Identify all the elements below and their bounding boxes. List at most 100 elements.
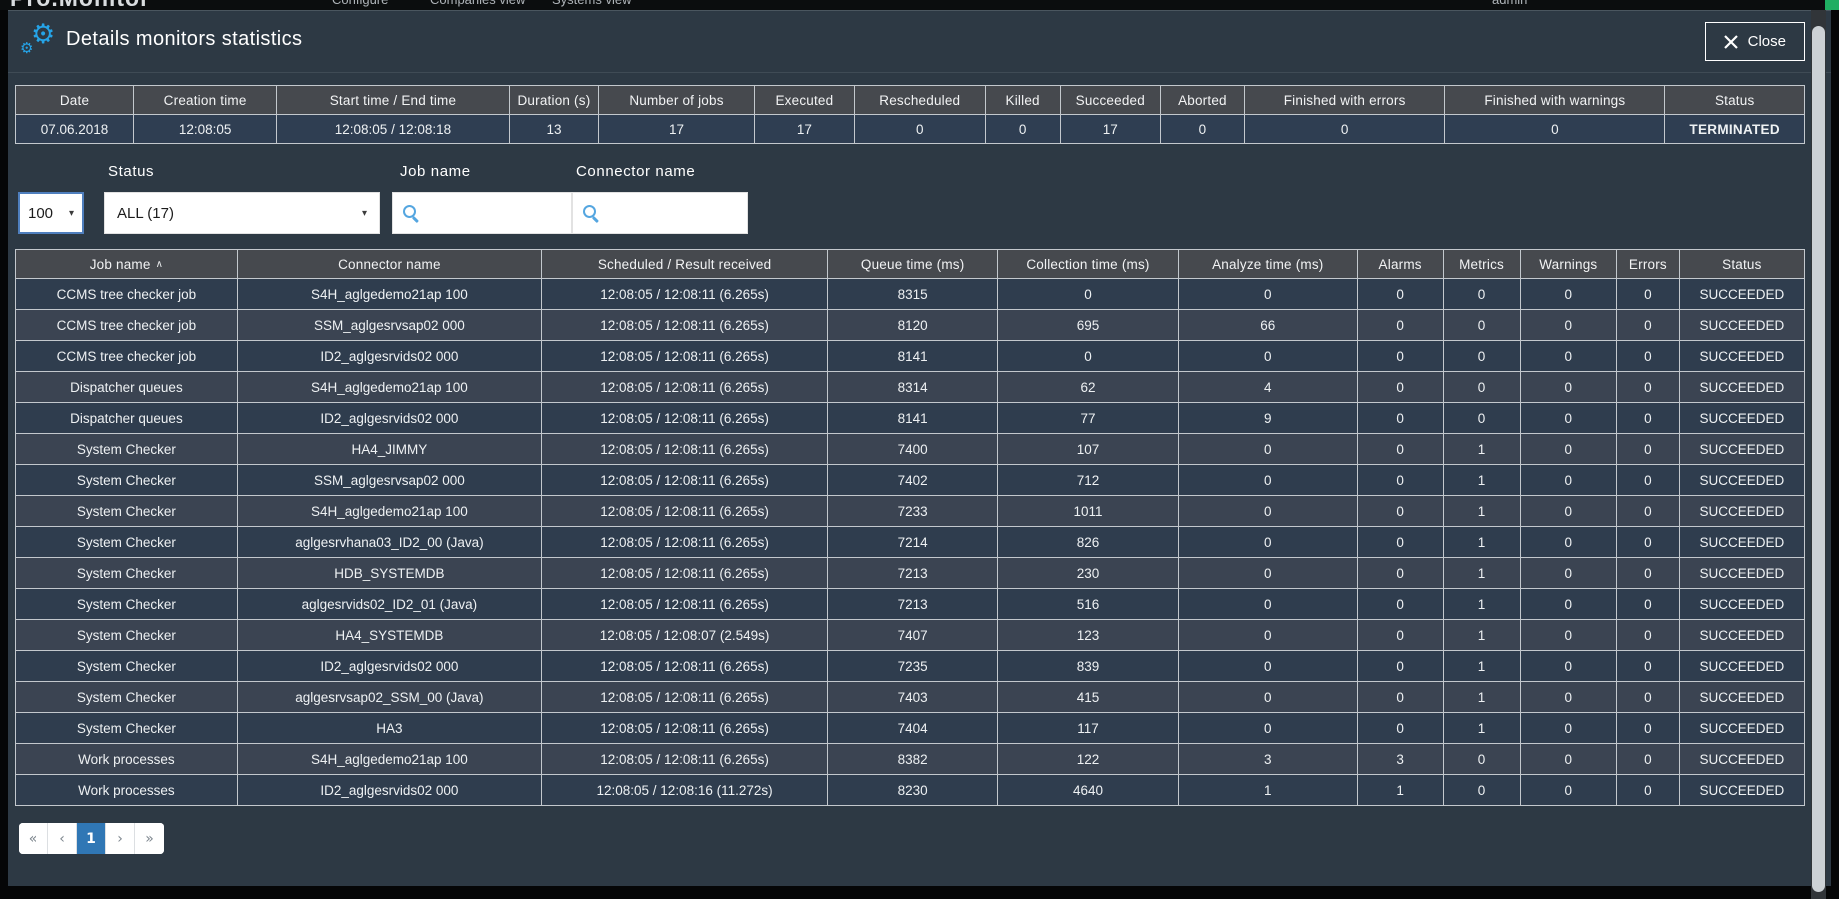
- jobs-cell-status: SUCCEEDED: [1679, 713, 1804, 744]
- jobs-header-connector-name[interactable]: Connector name: [237, 250, 541, 279]
- jobs-cell-collection-time-ms: 122: [998, 744, 1179, 775]
- jobs-header-status[interactable]: Status: [1679, 250, 1804, 279]
- pagination-page-1[interactable]: 1: [77, 823, 106, 854]
- summary-header-finished-with-errors: Finished with errors: [1244, 86, 1444, 115]
- jobs-cell-metrics: 0: [1443, 403, 1520, 434]
- jobs-cell-metrics: 1: [1443, 713, 1520, 744]
- jobs-cell-connector-name: HDB_SYSTEMDB: [237, 558, 541, 589]
- summary-header-killed: Killed: [985, 86, 1060, 115]
- jobs-cell-job-name: CCMS tree checker job: [16, 279, 238, 310]
- jobs-cell-scheduled-result-received: 12:08:05 / 12:08:11 (6.265s): [541, 682, 827, 713]
- jobs-cell-alarms: 0: [1357, 341, 1443, 372]
- jobs-cell-status: SUCCEEDED: [1679, 434, 1804, 465]
- summary-header-status: Status: [1665, 86, 1805, 115]
- jobs-cell-warnings: 0: [1520, 682, 1617, 713]
- page-size-select[interactable]: 100 ▾: [18, 192, 84, 234]
- summary-header-finished-with-warnings: Finished with warnings: [1445, 86, 1665, 115]
- jobs-cell-alarms: 0: [1357, 620, 1443, 651]
- jobs-cell-scheduled-result-received: 12:08:05 / 12:08:11 (6.265s): [541, 744, 827, 775]
- jobs-cell-job-name: System Checker: [16, 434, 238, 465]
- jobs-cell-alarms: 0: [1357, 372, 1443, 403]
- jobs-cell-alarms: 0: [1357, 713, 1443, 744]
- run-summary-table: DateCreation timeStart time / End timeDu…: [15, 85, 1805, 144]
- jobs-header-scheduled-result-received[interactable]: Scheduled / Result received: [541, 250, 827, 279]
- scrollbar-track[interactable]: [1811, 10, 1826, 899]
- jobs-cell-scheduled-result-received: 12:08:05 / 12:08:11 (6.265s): [541, 558, 827, 589]
- jobs-cell-alarms: 0: [1357, 310, 1443, 341]
- jobs-cell-queue-time-ms: 7235: [828, 651, 998, 682]
- jobs-cell-connector-name: S4H_aglgedemo21ap 100: [237, 372, 541, 403]
- summary-header-number-of-jobs: Number of jobs: [599, 86, 755, 115]
- jobs-cell-errors: 0: [1617, 775, 1680, 806]
- jobs-cell-errors: 0: [1617, 434, 1680, 465]
- summary-cell-executed: 17: [754, 115, 854, 144]
- summary-cell-creation-time: 12:08:05: [134, 115, 277, 144]
- jobs-cell-status: SUCCEEDED: [1679, 465, 1804, 496]
- jobs-cell-errors: 0: [1617, 341, 1680, 372]
- jobs-cell-warnings: 0: [1520, 372, 1617, 403]
- jobs-header-metrics[interactable]: Metrics: [1443, 250, 1520, 279]
- jobs-cell-warnings: 0: [1520, 744, 1617, 775]
- summary-cell-finished-with-errors: 0: [1244, 115, 1444, 144]
- job-name-search-input[interactable]: [427, 198, 562, 228]
- jobs-row: System CheckerHA4_SYSTEMDB12:08:05 / 12:…: [16, 620, 1805, 651]
- jobs-row: CCMS tree checker jobSSM_aglgesrvsap02 0…: [16, 310, 1805, 341]
- connector-name-filter-label: Connector name: [576, 163, 695, 180]
- jobs-header-warnings[interactable]: Warnings: [1520, 250, 1617, 279]
- jobs-header-alarms[interactable]: Alarms: [1357, 250, 1443, 279]
- search-icon: [582, 204, 600, 222]
- jobs-cell-scheduled-result-received: 12:08:05 / 12:08:11 (6.265s): [541, 310, 827, 341]
- jobs-header-queue-time-ms[interactable]: Queue time (ms): [828, 250, 998, 279]
- jobs-cell-queue-time-ms: 7213: [828, 589, 998, 620]
- jobs-cell-alarms: 0: [1357, 589, 1443, 620]
- summary-header-rescheduled: Rescheduled: [854, 86, 985, 115]
- jobs-header-errors[interactable]: Errors: [1617, 250, 1680, 279]
- jobs-header-collection-time-ms[interactable]: Collection time (ms): [998, 250, 1179, 279]
- search-icon: [402, 204, 420, 222]
- jobs-cell-status: SUCCEEDED: [1679, 651, 1804, 682]
- jobs-cell-scheduled-result-received: 12:08:05 / 12:08:11 (6.265s): [541, 341, 827, 372]
- jobs-cell-metrics: 0: [1443, 775, 1520, 806]
- jobs-cell-queue-time-ms: 7404: [828, 713, 998, 744]
- jobs-cell-warnings: 0: [1520, 558, 1617, 589]
- jobs-header-job-name[interactable]: Job name∧: [16, 250, 238, 279]
- jobs-cell-status: SUCCEEDED: [1679, 341, 1804, 372]
- jobs-cell-scheduled-result-received: 12:08:05 / 12:08:11 (6.265s): [541, 527, 827, 558]
- jobs-cell-collection-time-ms: 1011: [998, 496, 1179, 527]
- jobs-cell-connector-name: S4H_aglgedemo21ap 100: [237, 744, 541, 775]
- jobs-cell-job-name: System Checker: [16, 558, 238, 589]
- jobs-cell-status: SUCCEEDED: [1679, 372, 1804, 403]
- status-filter-select[interactable]: ALL (17) ▾: [104, 192, 380, 234]
- jobs-cell-queue-time-ms: 8120: [828, 310, 998, 341]
- jobs-cell-connector-name: SSM_aglgesrvsap02 000: [237, 465, 541, 496]
- jobs-cell-queue-time-ms: 7213: [828, 558, 998, 589]
- jobs-cell-warnings: 0: [1520, 279, 1617, 310]
- jobs-cell-scheduled-result-received: 12:08:05 / 12:08:11 (6.265s): [541, 651, 827, 682]
- pagination-prev[interactable]: ‹: [48, 823, 77, 854]
- status-filter-value: ALL (17): [117, 205, 174, 222]
- close-button[interactable]: Close: [1705, 22, 1805, 61]
- scrollbar-thumb[interactable]: [1812, 26, 1825, 892]
- jobs-cell-scheduled-result-received: 12:08:05 / 12:08:11 (6.265s): [541, 713, 827, 744]
- jobs-cell-analyze-time-ms: 3: [1178, 744, 1357, 775]
- jobs-cell-analyze-time-ms: 1: [1178, 775, 1357, 806]
- jobs-cell-alarms: 0: [1357, 527, 1443, 558]
- job-name-filter-label: Job name: [400, 163, 471, 180]
- jobs-cell-job-name: Dispatcher queues: [16, 372, 238, 403]
- jobs-cell-alarms: 0: [1357, 558, 1443, 589]
- jobs-cell-errors: 0: [1617, 620, 1680, 651]
- pagination-next[interactable]: ›: [106, 823, 135, 854]
- jobs-cell-errors: 0: [1617, 279, 1680, 310]
- jobs-cell-connector-name: HA3: [237, 713, 541, 744]
- jobs-cell-status: SUCCEEDED: [1679, 310, 1804, 341]
- jobs-cell-metrics: 1: [1443, 620, 1520, 651]
- jobs-cell-collection-time-ms: 123: [998, 620, 1179, 651]
- app-logo: Pro.Monitor: [10, 0, 150, 10]
- job-name-search: [392, 192, 572, 234]
- jobs-cell-queue-time-ms: 7233: [828, 496, 998, 527]
- pagination-first[interactable]: «: [19, 823, 48, 854]
- jobs-header-analyze-time-ms[interactable]: Analyze time (ms): [1178, 250, 1357, 279]
- connector-name-search-input[interactable]: [607, 198, 738, 228]
- nav-item-configure: Configure: [332, 0, 388, 7]
- pagination-last[interactable]: »: [135, 823, 164, 854]
